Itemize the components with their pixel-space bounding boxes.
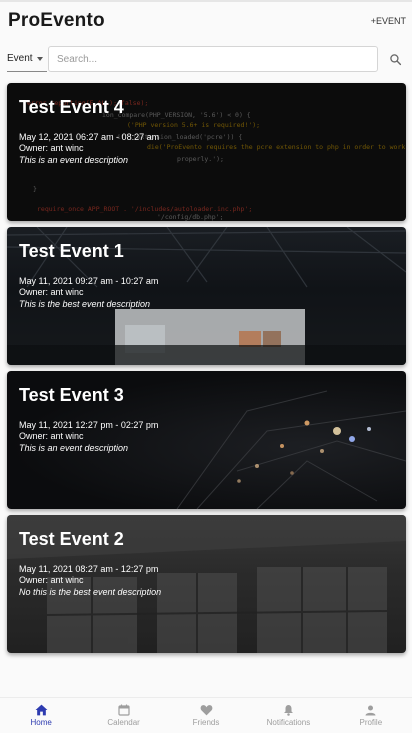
event-owner: Owner: ant winc	[19, 143, 84, 153]
event-card-content: Test Event 4 May 12, 2021 06:27 am - 08:…	[19, 97, 394, 165]
bottom-navigation: Home Calendar Friends Notifications Prof…	[0, 697, 412, 733]
nav-label: Notifications	[266, 718, 311, 727]
event-title: Test Event 3	[19, 385, 124, 405]
search-button[interactable]	[382, 46, 408, 72]
app-title: ProEvento	[8, 10, 105, 31]
event-title: Test Event 4	[19, 97, 124, 117]
svg-text:require_once APP_ROOT . '/incl: require_once APP_ROOT . '/includes/autol…	[37, 205, 252, 213]
event-title: Test Event 2	[19, 529, 124, 549]
nav-friends[interactable]: Friends	[165, 698, 247, 733]
event-date: May 11, 2021 09:27 am - 10:27 am	[19, 276, 159, 286]
calendar-icon	[118, 704, 130, 716]
event-description: No this is the best event description	[19, 587, 162, 597]
nav-label: Friends	[192, 718, 220, 727]
nav-label: Calendar	[107, 718, 140, 727]
chevron-down-icon	[36, 56, 43, 61]
event-card[interactable]: error_reporting(E_ALL); false); ion_comp…	[7, 83, 406, 221]
nav-profile[interactable]: Profile	[330, 698, 412, 733]
event-description: This is an event description	[19, 443, 129, 453]
search-input[interactable]	[48, 46, 378, 72]
person-icon	[365, 705, 376, 715]
event-card[interactable]: Test Event 1 May 11, 2021 09:27 am - 10:…	[7, 227, 406, 365]
event-owner: Owner: ant winc	[19, 575, 84, 585]
search-bar: Event	[0, 44, 412, 74]
event-date: May 11, 2021 12:27 pm - 02:27 pm	[19, 420, 159, 430]
svg-text:}: }	[33, 185, 37, 193]
nav-home[interactable]: Home	[0, 698, 82, 733]
add-event-button[interactable]: +EVENT	[371, 16, 406, 26]
nav-notifications[interactable]: Notifications	[247, 698, 329, 733]
filter-select[interactable]: Event	[7, 46, 47, 72]
heart-icon	[200, 705, 212, 716]
event-description: This is the best event description	[19, 299, 151, 309]
bell-icon	[283, 705, 293, 716]
nav-label: Home	[30, 718, 52, 727]
event-description: This is an event description	[19, 155, 129, 165]
svg-text:'/config/db.php';: '/config/db.php';	[157, 213, 224, 221]
nav-label: Profile	[359, 717, 383, 727]
home-icon	[35, 704, 48, 716]
search-icon	[389, 53, 401, 65]
app-header: ProEvento +EVENT	[0, 2, 412, 40]
event-title: Test Event 1	[19, 241, 124, 261]
event-owner: Owner: ant winc	[19, 431, 84, 441]
event-date: May 12, 2021 06:27 am - 08:27 am	[19, 132, 160, 142]
event-card-content: Test Event 2 May 11, 2021 08:27 am - 12:…	[19, 529, 394, 597]
event-owner: Owner: ant winc	[19, 287, 84, 297]
event-card[interactable]: Test Event 3 May 11, 2021 12:27 pm - 02:…	[7, 371, 406, 509]
event-card-content: Test Event 1 May 11, 2021 09:27 am - 10:…	[19, 241, 394, 309]
filter-select-value: Event	[7, 53, 33, 64]
nav-calendar[interactable]: Calendar	[82, 698, 164, 733]
event-date: May 11, 2021 08:27 am - 12:27 pm	[19, 564, 159, 574]
event-card[interactable]: Test Event 2 May 11, 2021 08:27 am - 12:…	[7, 515, 406, 653]
event-card-content: Test Event 3 May 11, 2021 12:27 pm - 02:…	[19, 385, 394, 453]
